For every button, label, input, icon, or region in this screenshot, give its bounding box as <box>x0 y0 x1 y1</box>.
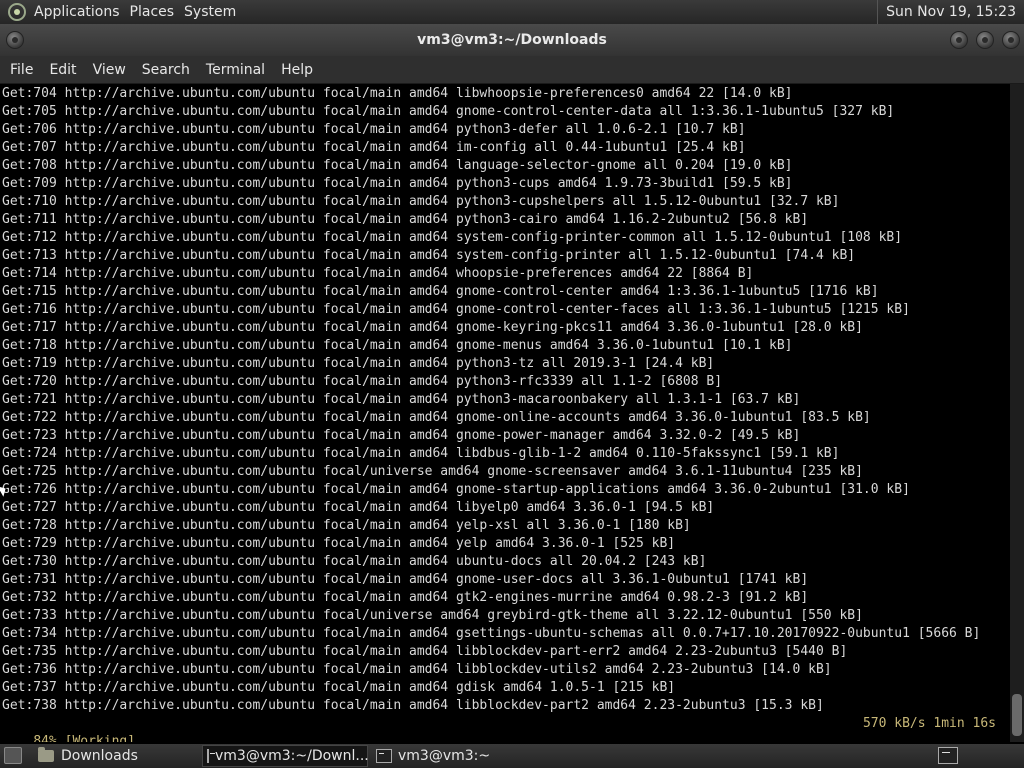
terminal-line: Get:735 http://archive.ubuntu.com/ubuntu… <box>2 644 848 659</box>
terminal-line: Get:709 http://archive.ubuntu.com/ubuntu… <box>2 176 793 191</box>
folder-icon <box>38 747 54 762</box>
taskbar-item-terminal-downloads[interactable]: vm3@vm3:~/Downl... <box>202 745 369 767</box>
terminal-line: Get:722 http://archive.ubuntu.com/ubuntu… <box>2 410 871 425</box>
terminal-icon <box>207 749 215 763</box>
terminal-line: Get:707 http://archive.ubuntu.com/ubuntu… <box>2 140 746 155</box>
terminal-line: Get:720 http://archive.ubuntu.com/ubuntu… <box>2 374 723 389</box>
terminal-line: Get:730 http://archive.ubuntu.com/ubuntu… <box>2 554 707 569</box>
window-menu-icon[interactable] <box>6 31 24 49</box>
scrollbar-thumb[interactable] <box>1012 694 1022 736</box>
terminal-line: Get:723 http://archive.ubuntu.com/ubuntu… <box>2 428 801 443</box>
terminal-line: Get:726 http://archive.ubuntu.com/ubuntu… <box>2 482 910 497</box>
menu-edit[interactable]: Edit <box>41 56 84 84</box>
terminal-line: Get:724 http://archive.ubuntu.com/ubuntu… <box>2 446 840 461</box>
terminal-line: Get:727 http://archive.ubuntu.com/ubuntu… <box>2 500 715 515</box>
terminal-line: Get:728 http://archive.ubuntu.com/ubuntu… <box>2 518 691 533</box>
terminal-line: Get:737 http://archive.ubuntu.com/ubuntu… <box>2 680 676 695</box>
progress-status: 84% [Working] <box>33 734 136 742</box>
taskbar-item-label: vm3@vm3:~/Downl... <box>215 748 369 764</box>
terminal-line: Get:738 http://archive.ubuntu.com/ubuntu… <box>2 698 824 713</box>
minimize-button[interactable] <box>950 31 968 49</box>
terminal-line: Get:704 http://archive.ubuntu.com/ubuntu… <box>2 86 793 101</box>
terminal-scrollbar[interactable] <box>1010 84 1024 742</box>
terminal-line: Get:731 http://archive.ubuntu.com/ubuntu… <box>2 572 809 587</box>
terminal-output[interactable]: Get:704 http://archive.ubuntu.com/ubuntu… <box>0 84 1010 742</box>
system-menu[interactable]: System <box>182 0 244 24</box>
terminal-line: Get:732 http://archive.ubuntu.com/ubuntu… <box>2 590 809 605</box>
terminal-line: Get:725 http://archive.ubuntu.com/ubuntu… <box>2 464 863 479</box>
terminal-line: Get:736 http://archive.ubuntu.com/ubuntu… <box>2 662 832 677</box>
terminal-line: Get:708 http://archive.ubuntu.com/ubuntu… <box>2 158 793 173</box>
terminal-line: Get:715 http://archive.ubuntu.com/ubuntu… <box>2 284 879 299</box>
terminal-icon <box>376 749 392 763</box>
top-panel: Applications Places System Sun Nov 19, 1… <box>0 0 1024 24</box>
taskbar-item-label: Downloads <box>61 748 138 764</box>
terminal-line: Get:714 http://archive.ubuntu.com/ubuntu… <box>2 266 754 281</box>
places-menu[interactable]: Places <box>128 0 183 24</box>
terminal-line: Get:705 http://archive.ubuntu.com/ubuntu… <box>2 104 895 119</box>
menu-file[interactable]: File <box>2 56 41 84</box>
applications-menu[interactable]: Applications <box>32 0 128 24</box>
terminal-line: Get:719 http://archive.ubuntu.com/ubuntu… <box>2 356 715 371</box>
apt-status-line: 84% [Working] 570 kB/s 1min 16s <box>2 715 1010 742</box>
terminal-line: Get:733 http://archive.ubuntu.com/ubuntu… <box>2 608 863 623</box>
terminal-line: Get:721 http://archive.ubuntu.com/ubuntu… <box>2 392 801 407</box>
main-menu-logo-icon[interactable] <box>8 3 26 21</box>
download-speed: 570 kB/s 1min 16s <box>862 716 996 731</box>
terminal-line: Get:706 http://archive.ubuntu.com/ubuntu… <box>2 122 746 137</box>
terminal-line: Get:712 http://archive.ubuntu.com/ubuntu… <box>2 230 903 245</box>
terminal-line: Get:734 http://archive.ubuntu.com/ubuntu… <box>2 626 981 641</box>
terminal-line: Get:710 http://archive.ubuntu.com/ubuntu… <box>2 194 840 209</box>
show-desktop-icon[interactable] <box>4 747 22 764</box>
terminal-line: Get:729 http://archive.ubuntu.com/ubuntu… <box>2 536 676 551</box>
terminal-line: Get:716 http://archive.ubuntu.com/ubuntu… <box>2 302 910 317</box>
menu-terminal[interactable]: Terminal <box>198 56 273 84</box>
close-button[interactable] <box>1002 31 1020 49</box>
bottom-panel: Downloads vm3@vm3:~/Downl... vm3@vm3:~ <box>0 744 1024 768</box>
window-titlebar[interactable]: vm3@vm3:~/Downloads <box>0 24 1024 56</box>
maximize-button[interactable] <box>976 31 994 49</box>
menu-help[interactable]: Help <box>273 56 321 84</box>
taskbar-item-label: vm3@vm3:~ <box>398 748 491 764</box>
terminal-line: Get:718 http://archive.ubuntu.com/ubuntu… <box>2 338 793 353</box>
taskbar-item-downloads[interactable]: Downloads <box>38 745 198 767</box>
workspace-switcher-icon[interactable] <box>938 747 958 764</box>
window-title: vm3@vm3:~/Downloads <box>417 32 607 48</box>
menu-search[interactable]: Search <box>134 56 198 84</box>
taskbar-item-terminal-home[interactable]: vm3@vm3:~ <box>372 745 538 767</box>
menu-view[interactable]: View <box>85 56 134 84</box>
terminal-line: Get:711 http://archive.ubuntu.com/ubuntu… <box>2 212 809 227</box>
clock[interactable]: Sun Nov 19, 15:23 <box>877 0 1016 24</box>
terminal-line: Get:713 http://archive.ubuntu.com/ubuntu… <box>2 248 856 263</box>
terminal-line: Get:717 http://archive.ubuntu.com/ubuntu… <box>2 320 863 335</box>
terminal-menubar: File Edit View Search Terminal Help <box>0 56 1024 84</box>
terminal-lines: Get:704 http://archive.ubuntu.com/ubuntu… <box>2 85 1010 715</box>
